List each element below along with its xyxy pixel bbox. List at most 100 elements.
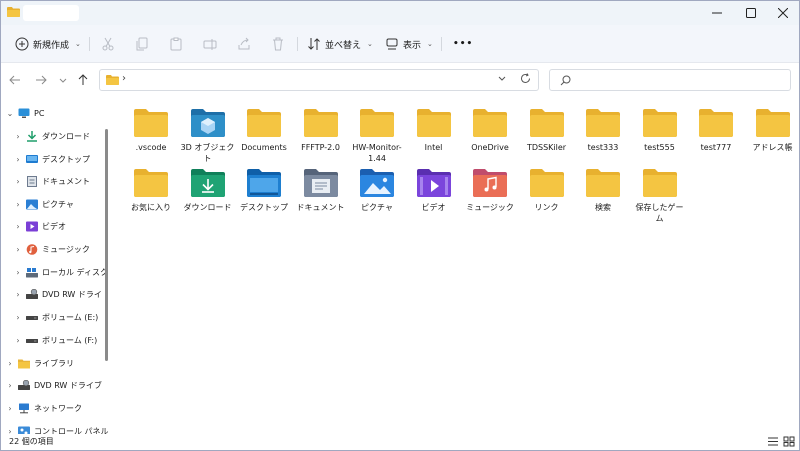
picture-icon — [26, 199, 38, 210]
file-name: test555 — [644, 143, 675, 152]
file-name: OneDrive — [471, 143, 509, 152]
picture-folder-icon — [360, 169, 394, 197]
new-button-label: 新規作成 — [33, 40, 70, 51]
chevron-right-icon[interactable]: › — [13, 155, 23, 164]
up-button[interactable] — [75, 72, 91, 88]
rename-icon[interactable] — [203, 37, 217, 51]
nav-item[interactable]: › ネットワーク — [5, 399, 82, 417]
share-icon[interactable] — [237, 37, 251, 51]
chevron-down-icon[interactable]: ⌄ — [5, 109, 15, 118]
file-item[interactable]: ドキュメント — [294, 157, 348, 227]
file-name: .vscode — [135, 143, 167, 152]
close-button[interactable] — [767, 1, 799, 25]
chevron-right-icon[interactable]: › — [13, 313, 23, 322]
forward-button[interactable] — [33, 72, 49, 88]
minimize-button[interactable] — [701, 1, 733, 25]
nav-item[interactable]: › ビデオ — [13, 217, 66, 235]
recent-locations-button[interactable] — [55, 72, 71, 88]
folder-icon — [134, 109, 168, 137]
address-bar[interactable]: › — [99, 69, 539, 91]
nav-item[interactable]: › ボリューム (F:) — [13, 331, 97, 349]
toolbar-divider — [89, 37, 90, 51]
chevron-right-icon[interactable]: › — [13, 177, 23, 186]
new-button[interactable]: 新規作成 ⌄ — [15, 34, 81, 54]
arrow-up-icon — [78, 74, 88, 85]
file-item[interactable]: 保存したゲーム — [633, 157, 687, 227]
cut-icon[interactable] — [101, 37, 115, 51]
desktop-icon — [26, 154, 38, 165]
breadcrumb-separator[interactable]: › — [122, 73, 126, 84]
file-item[interactable]: お気に入り — [124, 157, 178, 227]
file-name: ピクチャ — [361, 203, 393, 212]
chevron-right-icon[interactable]: › — [5, 404, 15, 413]
file-name: リンク — [534, 203, 559, 212]
chevron-right-icon[interactable]: › — [13, 200, 23, 209]
large-icons-view-icon[interactable] — [783, 436, 795, 447]
chevron-right-icon[interactable]: › — [13, 336, 23, 345]
library-icon — [18, 358, 30, 369]
nav-item[interactable]: › ダウンロード — [13, 127, 90, 145]
file-item[interactable]: test777 — [689, 97, 743, 167]
details-view-icon[interactable] — [767, 436, 779, 447]
nav-item[interactable]: › ローカル ディスク — [13, 263, 108, 281]
chevron-down-icon: ⌄ — [427, 40, 433, 48]
chevron-right-icon[interactable]: › — [13, 222, 23, 231]
navigation-scrollbar[interactable] — [105, 129, 108, 361]
nav-item-label: ピクチャ — [42, 199, 74, 209]
nav-item-label: ダウンロード — [42, 131, 90, 141]
minimize-icon — [712, 12, 722, 14]
nav-item-label: ネットワーク — [34, 403, 82, 413]
refresh-button[interactable] — [520, 73, 531, 87]
view-button[interactable]: 表示 ⌄ — [385, 34, 433, 54]
file-item[interactable]: ミュージック — [463, 157, 517, 227]
nav-item[interactable]: › ピクチャ — [13, 195, 74, 213]
nav-item[interactable]: › デスクトップ — [13, 150, 90, 168]
arrow-left-icon — [9, 75, 20, 85]
refresh-icon — [521, 73, 530, 83]
folder-icon — [416, 109, 451, 137]
copy-icon[interactable] — [135, 37, 149, 51]
file-item[interactable]: ビデオ — [407, 157, 461, 227]
nav-item[interactable]: ⌄ PC — [5, 104, 44, 122]
nav-item[interactable]: › ライブラリ — [5, 354, 74, 372]
nav-item-label: ローカル ディスク — [42, 267, 108, 277]
chevron-right-icon[interactable]: › — [13, 290, 23, 299]
file-item[interactable]: 検索 — [576, 157, 630, 227]
nav-item[interactable]: › ミュージック — [13, 240, 90, 258]
back-button[interactable] — [7, 72, 23, 88]
file-item[interactable]: リンク — [520, 157, 574, 227]
nav-item[interactable]: › ボリューム (E:) — [13, 308, 98, 326]
chevron-right-icon[interactable]: › — [13, 245, 23, 254]
dvd-drive-icon — [26, 288, 38, 300]
file-item[interactable]: ピクチャ — [350, 157, 404, 227]
command-bar: 新規作成 ⌄ 並べ替え ⌄ 表示 ⌄ ••• — [1, 25, 799, 63]
3d-folder-icon — [190, 109, 225, 137]
search-input[interactable] — [549, 69, 791, 91]
file-item[interactable]: アドレス帳 — [746, 97, 800, 167]
nav-item-label: ビデオ — [42, 221, 66, 231]
chevron-right-icon[interactable]: › — [13, 132, 23, 141]
more-options-button[interactable]: ••• — [453, 34, 473, 54]
address-history-button[interactable] — [498, 74, 506, 85]
file-item[interactable]: ダウンロード — [181, 157, 235, 227]
chevron-right-icon[interactable]: › — [5, 427, 15, 435]
folder-icon — [473, 109, 507, 137]
chevron-right-icon[interactable]: › — [5, 381, 15, 390]
nav-item[interactable]: › コントロール パネル — [5, 422, 109, 434]
sort-button[interactable]: 並べ替え ⌄ — [307, 34, 373, 54]
file-name: ミュージック — [466, 203, 514, 212]
maximize-button[interactable] — [735, 1, 767, 25]
chevron-right-icon[interactable]: › — [5, 359, 15, 368]
file-name: Intel — [424, 143, 443, 152]
nav-item[interactable]: › ドキュメント — [13, 172, 90, 190]
nav-item[interactable]: › DVD RW ドライブ — [5, 376, 102, 394]
file-name: TDSSKiler — [526, 143, 567, 152]
paste-icon[interactable] — [169, 37, 183, 51]
file-item[interactable]: デスクトップ — [237, 157, 291, 227]
navigation-pane: ⌄ PC › ダウンロード › デスクトップ › ドキュメント › ピクチャ › ビデオ › ミュージック… — [1, 97, 113, 434]
window-tab[interactable] — [23, 5, 79, 21]
chevron-right-icon[interactable]: › — [13, 268, 23, 277]
file-name: Documents — [241, 143, 287, 152]
nav-item[interactable]: › DVD RW ドライ — [13, 285, 102, 303]
delete-icon[interactable] — [271, 37, 285, 51]
